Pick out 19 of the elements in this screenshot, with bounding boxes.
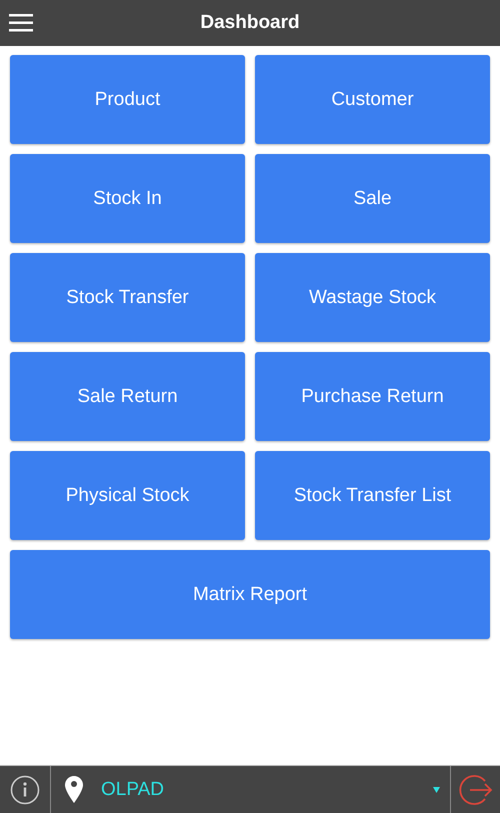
dashboard-tile[interactable]: Matrix Report: [10, 550, 490, 639]
dashboard-tile[interactable]: Stock In: [10, 154, 245, 243]
dashboard-tile[interactable]: Purchase Return: [255, 352, 490, 441]
dashboard-tile[interactable]: Sale Return: [10, 352, 245, 441]
logout-icon: [458, 772, 492, 806]
dashboard-tile[interactable]: Product: [10, 55, 245, 144]
header-title: Dashboard: [200, 12, 300, 34]
caret-icon: [433, 786, 440, 792]
dashboard-tile[interactable]: Stock Transfer: [10, 253, 245, 342]
info-icon: [10, 774, 40, 804]
location-value: OLPAD: [101, 778, 166, 800]
map-pin-icon: [65, 776, 83, 803]
dashboard-tile[interactable]: Physical Stock: [10, 451, 245, 540]
menu-icon[interactable]: [9, 13, 33, 32]
dashboard-tile[interactable]: Sale: [255, 154, 490, 243]
dashboard-tile[interactable]: Wastage Stock: [255, 253, 490, 342]
dashboard-tile[interactable]: Customer: [255, 55, 490, 144]
location-dropdown[interactable]: OLPAD: [51, 766, 450, 813]
dashboard-tile[interactable]: Stock Transfer List: [255, 451, 490, 540]
